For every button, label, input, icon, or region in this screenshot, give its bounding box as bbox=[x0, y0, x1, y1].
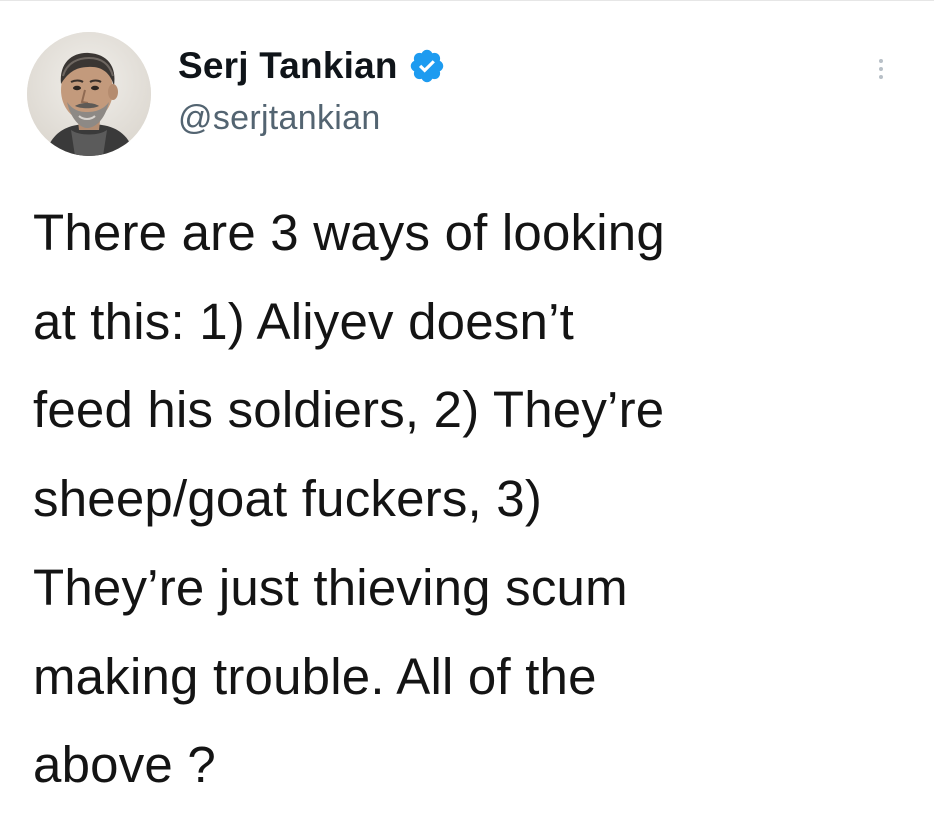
tweet-body-text: There are 3 ways of looking at this: 1) … bbox=[33, 204, 665, 794]
author-display-name[interactable]: Serj Tankian bbox=[178, 45, 398, 87]
more-options-button[interactable] bbox=[860, 51, 902, 87]
author-handle[interactable]: @serjtankian bbox=[178, 99, 446, 138]
tweet-card: Serj Tankian @serjtankian There are 3 wa… bbox=[0, 0, 934, 817]
tweet-header: Serj Tankian @serjtankian bbox=[178, 41, 446, 138]
avatar[interactable] bbox=[27, 32, 151, 156]
more-options-icon bbox=[879, 59, 883, 63]
verified-badge-icon bbox=[408, 47, 446, 85]
avatar-portrait-icon bbox=[27, 32, 151, 156]
author-name-row: Serj Tankian bbox=[178, 41, 446, 91]
